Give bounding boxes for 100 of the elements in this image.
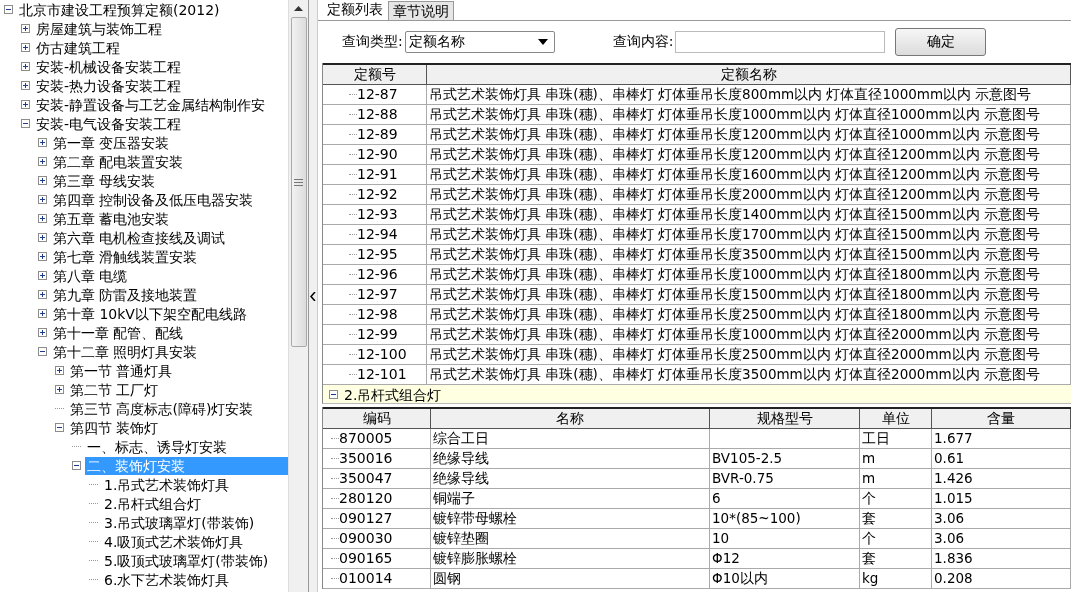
- table-cell: 12-92: [357, 185, 398, 204]
- expand-icon[interactable]: [38, 157, 47, 166]
- table-cell: 3.06: [932, 529, 1071, 549]
- table-cell: 吊式艺术装饰灯具 串珠(穗)、串棒灯 灯体垂吊长度1700mm以内 灯体直径1500mm以内 示意图号: [427, 225, 1071, 245]
- expand-icon[interactable]: [38, 138, 47, 147]
- tree-item[interactable]: 5.吸顶式玻璃罩灯(带装饰): [102, 551, 271, 570]
- tree-item[interactable]: 第十章 10kV以下架空配电线路: [51, 304, 249, 323]
- expand-icon[interactable]: [38, 176, 47, 185]
- table-cell: 1.426: [932, 469, 1071, 489]
- table-cell: BV105-2.5: [710, 449, 860, 469]
- expand-icon[interactable]: [38, 271, 47, 280]
- table-cell: 280120: [339, 489, 393, 508]
- tree-item[interactable]: 第四节 装饰灯: [68, 418, 161, 437]
- table-cell: 350047: [339, 469, 393, 488]
- table-cell: 工日: [860, 429, 932, 449]
- table-cell: 吊式艺术装饰灯具 串珠(穗)、串棒灯 灯体垂吊长度1200mm以内 灯体直径1200mm以内 示意图号: [427, 145, 1071, 165]
- collapse-icon[interactable]: [21, 119, 30, 128]
- table-cell: 12-98: [357, 305, 398, 324]
- tree-item[interactable]: 1.吊式艺术装饰灯具: [102, 475, 232, 494]
- tree-item[interactable]: 安装-机械设备安装工程: [34, 57, 184, 76]
- tree-item[interactable]: 第八章 电缆: [51, 266, 130, 285]
- tree-item[interactable]: 3.吊式玻璃罩灯(带装饰): [102, 513, 257, 532]
- column-header[interactable]: 名称: [431, 409, 710, 429]
- collapse-icon[interactable]: [55, 423, 64, 432]
- tree-item[interactable]: 北京市建设工程预算定额(2012): [17, 0, 222, 19]
- query-type-dropdown[interactable]: 定额名称: [404, 31, 555, 53]
- expand-icon[interactable]: [38, 252, 47, 261]
- collapse-left-icon[interactable]: [309, 290, 317, 302]
- table-cell: 010014: [339, 569, 393, 588]
- table-cell: 个: [860, 529, 932, 549]
- collapse-icon[interactable]: [38, 347, 47, 356]
- tree-item[interactable]: 安装-静置设备与工艺金属结构制作安: [34, 95, 268, 114]
- column-header[interactable]: 定额名称: [427, 65, 1071, 85]
- tree-item[interactable]: 房屋建筑与装饰工程: [34, 19, 164, 38]
- table-cell: m: [860, 469, 932, 489]
- expand-icon[interactable]: [21, 43, 30, 52]
- tree-item[interactable]: 第五章 蓄电池安装: [51, 209, 172, 228]
- tree-item[interactable]: 4.吸顶式艺术装饰灯具: [102, 532, 246, 551]
- collapse-icon[interactable]: [329, 390, 338, 399]
- expand-icon[interactable]: [38, 233, 47, 242]
- column-header[interactable]: 定额号: [323, 65, 427, 85]
- table-cell: 套: [860, 509, 932, 529]
- table-cell: 0.61: [932, 449, 1071, 469]
- scrollbar[interactable]: [288, 0, 308, 592]
- tree-item[interactable]: 第十一章 配管、配线: [51, 323, 186, 342]
- collapse-icon[interactable]: [4, 5, 13, 14]
- query-content-field[interactable]: [675, 31, 886, 53]
- tree-item[interactable]: 安装-电气设备安装工程: [34, 114, 184, 133]
- column-header[interactable]: 含量: [932, 409, 1071, 429]
- table-cell: 圆钢: [431, 569, 710, 589]
- expand-icon[interactable]: [55, 366, 64, 375]
- table-cell: 个: [860, 489, 932, 509]
- table-cell: 12-89: [357, 125, 398, 144]
- tree-item[interactable]: 第九章 防雷及接地装置: [51, 285, 200, 304]
- tree-item[interactable]: 第六章 电机检查接线及调试: [51, 228, 228, 247]
- scroll-thumb[interactable]: [290, 17, 307, 347]
- table-cell: 吊式艺术装饰灯具 串珠(穗)、串棒灯 灯体垂吊长度3500mm以内 灯体直径1500mm以内 示意图号: [427, 245, 1071, 265]
- expand-icon[interactable]: [21, 100, 30, 109]
- expand-icon[interactable]: [21, 62, 30, 71]
- tree-item[interactable]: 安装-热力设备安装工程: [34, 76, 184, 95]
- tree-item[interactable]: 第七章 滑触线装置安装: [51, 247, 200, 266]
- table-cell: 套: [860, 549, 932, 569]
- table-cell: 12-88: [357, 105, 398, 124]
- tab[interactable]: 章节说明: [388, 1, 454, 20]
- tree-item[interactable]: 2.吊杆式组合灯: [102, 494, 204, 513]
- tree-item[interactable]: 第二章 配电装置安装: [51, 152, 186, 171]
- table-cell: 12-96: [357, 265, 398, 284]
- column-header[interactable]: 单位: [860, 409, 932, 429]
- expand-icon[interactable]: [38, 214, 47, 223]
- table-cell: Φ10以内: [710, 569, 860, 589]
- tree-item[interactable]: 第十二章 照明灯具安装: [51, 342, 200, 361]
- column-header[interactable]: 规格型号: [710, 409, 860, 429]
- table-cell: 吊式艺术装饰灯具 串珠(穗)、串棒灯 灯体垂吊长度800mm以内 灯体直径1000mm以内 示意图号: [427, 85, 1071, 105]
- query-content-label: 查询内容:: [612, 33, 674, 51]
- tree-item[interactable]: 第三章 母线安装: [51, 171, 158, 190]
- table-cell: 吊式艺术装饰灯具 串珠(穗)、串棒灯 灯体垂吊长度1600mm以内 灯体直径1200mm以内 示意图号: [427, 165, 1071, 185]
- tree-item[interactable]: 第一节 普通灯具: [68, 361, 175, 380]
- tree-item[interactable]: 仿古建筑工程: [34, 38, 122, 57]
- expand-icon[interactable]: [38, 328, 47, 337]
- expand-icon[interactable]: [38, 309, 47, 318]
- table-cell: 绝缘导线: [431, 449, 710, 469]
- expand-icon[interactable]: [38, 195, 47, 204]
- table-cell: kg: [860, 569, 932, 589]
- column-header[interactable]: 编码: [323, 409, 431, 429]
- tree-item[interactable]: 第三节 高度标志(障碍)灯安装: [68, 399, 256, 418]
- table-cell: 0.208: [932, 569, 1071, 589]
- table-cell: 1.836: [932, 549, 1071, 569]
- expand-icon[interactable]: [55, 385, 64, 394]
- expand-icon[interactable]: [38, 290, 47, 299]
- table-cell: 12-93: [357, 205, 398, 224]
- expand-icon[interactable]: [21, 24, 30, 33]
- tree-item[interactable]: 第一章 变压器安装: [51, 133, 172, 152]
- expand-icon[interactable]: [21, 81, 30, 90]
- collapse-icon[interactable]: [72, 461, 81, 470]
- group-row[interactable]: 2.吊杆式组合灯: [344, 385, 442, 403]
- tree-item[interactable]: 第二节 工厂灯: [68, 380, 161, 399]
- tree-item[interactable]: 6.水下艺术装饰灯具: [102, 570, 232, 589]
- tree-item[interactable]: 一、标志、诱导灯安装: [85, 437, 229, 456]
- tree-item[interactable]: 第四章 控制设备及低压电器安装: [51, 190, 256, 209]
- confirm-button[interactable]: 确定: [895, 28, 987, 56]
